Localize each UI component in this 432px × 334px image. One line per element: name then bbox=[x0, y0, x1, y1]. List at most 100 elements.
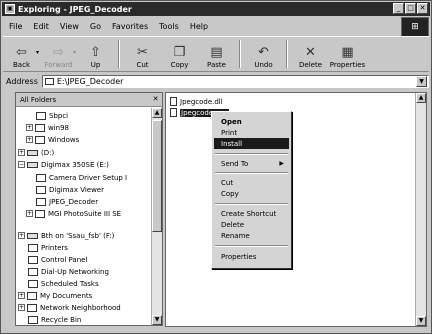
menu-favorites[interactable]: Favorites bbox=[112, 22, 148, 31]
title-bar[interactable]: ▣ Exploring - JPEG_Decoder _ □ ✕ bbox=[2, 2, 430, 16]
delete-x-icon: ✕ bbox=[305, 45, 316, 60]
address-input[interactable]: E:\JPEG_Decoder ▼ bbox=[41, 74, 429, 88]
folder-icon bbox=[36, 185, 46, 194]
folder-icon bbox=[35, 209, 45, 218]
menu-separator bbox=[215, 203, 288, 205]
menu-item-copy[interactable]: Copy bbox=[214, 188, 289, 199]
expand-icon[interactable]: + bbox=[18, 232, 25, 239]
tree-item-drive-d[interactable]: + (D:) bbox=[18, 147, 54, 158]
explorer-app-icon: ▣ bbox=[5, 4, 15, 14]
menu-item-delete[interactable]: Delete bbox=[214, 219, 289, 230]
toolbar-separator bbox=[118, 40, 120, 68]
menu-item-install[interactable]: Install bbox=[214, 138, 289, 149]
tree-item-label: Camera Driver Setup I bbox=[49, 173, 128, 182]
menu-go[interactable]: Go bbox=[90, 22, 101, 31]
tree-item-label: (D:) bbox=[41, 148, 55, 157]
menu-item-properties[interactable]: Properties bbox=[214, 251, 289, 262]
menu-view[interactable]: View bbox=[60, 22, 79, 31]
tree-item-drive-e[interactable]: − Digimax 350SE (E:) bbox=[18, 159, 109, 170]
tree-item-label: Printers bbox=[41, 243, 68, 252]
copy-button[interactable]: ❐ Copy bbox=[161, 37, 198, 71]
properties-button[interactable]: ▦ Properties bbox=[329, 37, 366, 71]
scroll-down-icon[interactable]: ▼ bbox=[152, 315, 162, 325]
tree-item-label: Digimax Viewer bbox=[49, 185, 104, 194]
tree-item-recycle-bin[interactable]: Recycle Bin bbox=[28, 314, 81, 325]
properties-label: Properties bbox=[329, 61, 366, 69]
undo-label: Undo bbox=[254, 61, 273, 69]
menu-edit[interactable]: Edit bbox=[33, 22, 49, 31]
scroll-down-icon[interactable]: ▼ bbox=[416, 316, 426, 326]
tree-item-windows[interactable]: + Windows bbox=[26, 134, 79, 145]
expand-icon[interactable]: + bbox=[18, 292, 25, 299]
file-scroll-track[interactable]: ▲ ▼ bbox=[416, 93, 426, 326]
scroll-up-icon[interactable]: ▲ bbox=[152, 108, 162, 118]
paste-button[interactable]: ▤ Paste bbox=[198, 37, 235, 71]
delete-label: Delete bbox=[299, 61, 322, 69]
address-folder-icon bbox=[44, 77, 54, 85]
explorer-window: ▣ Exploring - JPEG_Decoder _ □ ✕ File Ed… bbox=[0, 0, 432, 334]
tree-item-sbpci[interactable]: Sbpci bbox=[36, 110, 68, 121]
expand-icon[interactable]: + bbox=[26, 210, 33, 217]
tree-item-network-drive-f[interactable]: + Bth on 'Ssau_fsb' (F:) bbox=[18, 230, 114, 241]
folder-tree-scrollbar[interactable]: ▲ ▼ bbox=[151, 108, 162, 325]
file-list-scrollbar[interactable]: ▲ ▼ bbox=[415, 93, 426, 326]
tree-item-dialup[interactable]: Dial-Up Networking bbox=[28, 266, 109, 277]
menu-item-cut[interactable]: Cut bbox=[214, 177, 289, 188]
menu-item-print[interactable]: Print bbox=[214, 127, 289, 138]
expand-icon[interactable]: + bbox=[26, 136, 33, 143]
tree-item-digimax-viewer[interactable]: Digimax Viewer bbox=[36, 184, 104, 195]
menu-help[interactable]: Help bbox=[190, 22, 208, 31]
back-dropdown-icon[interactable]: ▾ bbox=[36, 49, 39, 56]
tree-item-network-neighborhood[interactable]: + Network Neighborhood bbox=[18, 302, 121, 313]
folder-icon bbox=[36, 111, 46, 120]
folder-tree: Sbpci + win98 + Windows + (D:) − Digimax 350… bbox=[16, 108, 151, 325]
close-pane-icon[interactable]: ✕ bbox=[151, 95, 160, 104]
menu-separator bbox=[215, 245, 288, 247]
minimize-button[interactable]: _ bbox=[393, 3, 404, 14]
back-button[interactable]: ⇦ Back ▾ bbox=[3, 37, 40, 71]
tree-item-my-documents[interactable]: + My Documents bbox=[18, 290, 92, 301]
address-value: E:\JPEG_Decoder bbox=[56, 76, 124, 86]
menu-file[interactable]: File bbox=[9, 22, 22, 31]
scrollbar-thumb[interactable] bbox=[152, 120, 162, 232]
tree-item-label: My Documents bbox=[40, 291, 93, 300]
address-bar: Address E:\JPEG_Decoder ▼ bbox=[3, 73, 429, 89]
up-button[interactable]: ⇧ Up bbox=[77, 37, 114, 71]
tree-item-printers[interactable]: Printers bbox=[28, 242, 68, 253]
tree-item-control-panel[interactable]: Control Panel bbox=[28, 254, 87, 265]
submenu-arrow-icon: ▶ bbox=[279, 160, 284, 167]
menu-item-rename[interactable]: Rename bbox=[214, 230, 289, 241]
forward-dropdown-icon[interactable]: ▾ bbox=[73, 49, 76, 56]
tree-item-label: JPEG_Decoder bbox=[49, 197, 99, 206]
maximize-button[interactable]: □ bbox=[405, 3, 416, 14]
expand-icon[interactable]: + bbox=[26, 124, 33, 131]
collapse-icon[interactable]: − bbox=[18, 161, 25, 168]
menu-item-send-to[interactable]: Send To ▶ bbox=[214, 158, 289, 169]
folder-icon bbox=[36, 173, 46, 182]
forward-button[interactable]: ⇨ Forward ▾ bbox=[40, 37, 77, 71]
file-item[interactable]: Jpegcode.dll bbox=[170, 96, 223, 107]
menu-tools[interactable]: Tools bbox=[159, 22, 179, 31]
undo-button[interactable]: ↶ Undo bbox=[245, 37, 282, 71]
menu-bar: File Edit View Go Favorites Tools Help bbox=[3, 18, 429, 34]
cut-button[interactable]: ✂ Cut bbox=[124, 37, 161, 71]
send-to-label: Send To bbox=[221, 159, 249, 168]
context-menu: Open Print Install Send To ▶ Cut Copy Cre… bbox=[211, 111, 292, 269]
tree-item-camera-driver[interactable]: Camera Driver Setup I bbox=[36, 172, 127, 183]
tree-item-label: Network Neighborhood bbox=[40, 303, 121, 312]
tree-item-scheduled-tasks[interactable]: Scheduled Tasks bbox=[28, 278, 99, 289]
tree-item-jpeg-decoder[interactable]: JPEG_Decoder bbox=[36, 196, 98, 207]
expand-icon[interactable]: + bbox=[18, 304, 25, 311]
paste-label: Paste bbox=[207, 61, 226, 69]
tree-item-win98[interactable]: + win98 bbox=[26, 122, 69, 133]
tree-item-mgi-photosuite[interactable]: + MGI PhotoSuite III SE bbox=[26, 208, 121, 219]
menu-item-open[interactable]: Open bbox=[214, 116, 289, 127]
menu-item-create-shortcut[interactable]: Create Shortcut bbox=[214, 208, 289, 219]
address-dropdown-icon[interactable]: ▼ bbox=[416, 75, 427, 87]
clipboard-icon: ▤ bbox=[210, 45, 223, 60]
close-button[interactable]: ✕ bbox=[417, 3, 428, 14]
expand-icon[interactable]: + bbox=[18, 149, 25, 156]
drive-icon bbox=[27, 161, 38, 168]
delete-button[interactable]: ✕ Delete bbox=[292, 37, 329, 71]
scroll-up-icon[interactable]: ▲ bbox=[416, 93, 426, 103]
